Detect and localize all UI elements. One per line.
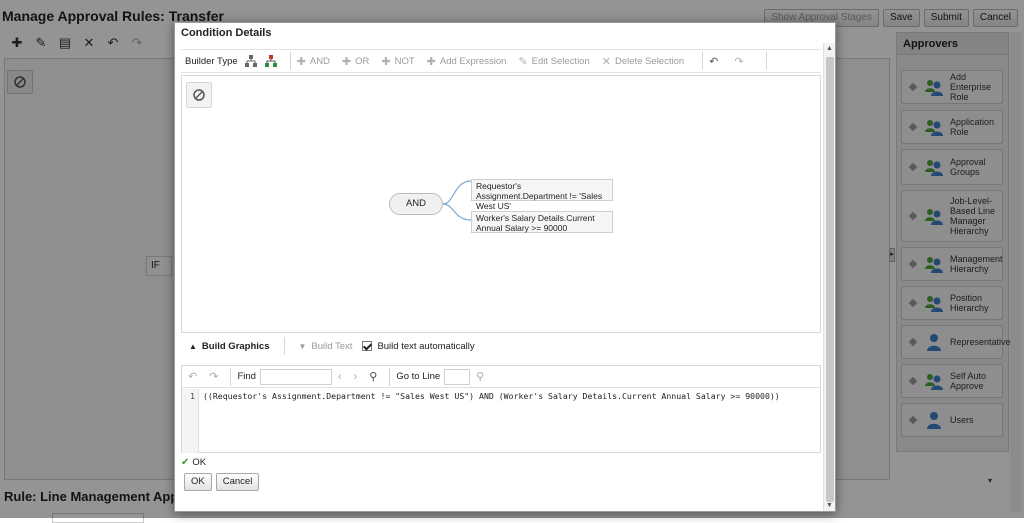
editor-toolbar: ↶ ↷ Find ‹ › ⚲ Go to Line ⚲ [182, 366, 820, 388]
add-expression-label: Add Expression [439, 55, 507, 67]
undo-button[interactable]: ↶ [709, 55, 722, 68]
build-text-auto-checkbox[interactable]: Build text automatically [360, 334, 482, 358]
delete-selection-label: Delete Selection [614, 55, 685, 67]
plus-icon: ✚ [426, 55, 436, 68]
condition-node[interactable]: Requestor's Assignment.Department != 'Sa… [471, 179, 613, 211]
toolbar-separator [765, 52, 767, 70]
plus-icon: ✚ [341, 55, 352, 68]
tab-build-graphics-label: Build Graphics [201, 340, 270, 352]
redo-icon[interactable]: ↷ [209, 370, 218, 383]
plus-icon: ✚ [296, 55, 306, 68]
delete-x-icon: ✕ [601, 55, 611, 68]
go-to-line-input[interactable] [444, 368, 471, 385]
dialog-scrollbar[interactable]: ▲ ▼ [823, 43, 835, 511]
dialog-buttons: OK Cancel [184, 473, 260, 491]
condition-code-text[interactable]: ((Requestor's Assignment.Department != "… [203, 391, 780, 401]
text-editor: ↶ ↷ Find ‹ › ⚲ Go to Line ⚲ 1 ((Requesto… [181, 365, 821, 453]
redo-icon: ↷ [734, 55, 744, 68]
next-icon[interactable]: › [354, 371, 358, 383]
undo-icon: ↶ [709, 55, 719, 68]
collapse-triangle-icon: ▲ [189, 341, 197, 351]
tree-builder-color-icon[interactable] [264, 54, 278, 68]
toolbar-separator [702, 52, 704, 70]
edit-selection-label: Edit Selection [531, 55, 590, 67]
pencil-icon: ✎ [518, 55, 528, 68]
scrollbar-thumb[interactable] [826, 57, 834, 502]
builder-tabs: ▲ Build Graphics ▼ Build Text Build text a… [181, 334, 821, 358]
and-button-label: AND [309, 55, 330, 67]
tab-separator [283, 337, 285, 355]
checkbox-checked-icon [362, 341, 373, 351]
tab-build-text[interactable]: ▼ Build Text [291, 334, 361, 358]
toolbar-separator [289, 52, 291, 70]
or-button-label: OR [355, 55, 370, 67]
find-input[interactable] [259, 368, 332, 385]
toolbar-separator [230, 367, 232, 386]
previous-icon[interactable]: ‹ [338, 371, 342, 383]
expand-triangle-icon: ▼ [298, 341, 307, 351]
condition-canvas: AND Requestor's Assignment.Department !=… [181, 75, 821, 333]
delete-selection-button[interactable]: ✕ Delete Selection [602, 55, 684, 68]
and-button[interactable]: ✚ AND [297, 55, 330, 68]
scroll-up-icon[interactable]: ▲ [826, 45, 833, 52]
search-icon[interactable]: ⚲ [476, 370, 484, 383]
dialog-cancel-button[interactable]: Cancel [215, 473, 260, 491]
and-node[interactable]: AND [389, 193, 443, 215]
not-button-label: NOT [394, 55, 415, 67]
go-to-line-label: Go to Line [396, 371, 441, 382]
search-icon[interactable]: ⚲ [369, 370, 377, 383]
build-text-auto-label: Build text automatically [377, 340, 475, 352]
line-gutter: 1 [182, 389, 199, 453]
condition-details-dialog: Condition Details Builder Type ✚ AND ✚ OR … [174, 22, 836, 512]
or-button[interactable]: ✚ OR [342, 55, 369, 68]
undo-icon[interactable]: ↶ [188, 370, 197, 383]
edit-selection-button[interactable]: ✎ Edit Selection [518, 55, 589, 68]
not-button[interactable]: ✚ NOT [381, 55, 414, 68]
find-label: Find [237, 371, 256, 382]
validation-status-label: OK [192, 457, 207, 468]
checkmark-icon: ✔ [181, 457, 190, 468]
scroll-down-icon[interactable]: ▼ [826, 502, 833, 509]
dialog-title: Condition Details [181, 27, 272, 39]
builder-toolbar: Builder Type ✚ AND ✚ OR ✚ NOT ✚ Add Expressi… [181, 49, 821, 73]
validation-status: ✔ OK [181, 457, 206, 468]
toolbar-separator [389, 367, 391, 386]
condition-node[interactable]: Worker's Salary Details.Current Annual S… [471, 211, 613, 233]
plus-icon: ✚ [381, 55, 391, 68]
ok-button[interactable]: OK [184, 473, 212, 491]
tree-builder-icon[interactable] [244, 54, 258, 68]
add-expression-button[interactable]: ✚ Add Expression [427, 55, 507, 68]
redo-button[interactable]: ↷ [734, 55, 747, 68]
builder-type-label: Builder Type [185, 55, 238, 67]
tab-build-graphics[interactable]: ▲ Build Graphics [181, 334, 278, 358]
tab-build-text-label: Build Text [311, 340, 353, 352]
